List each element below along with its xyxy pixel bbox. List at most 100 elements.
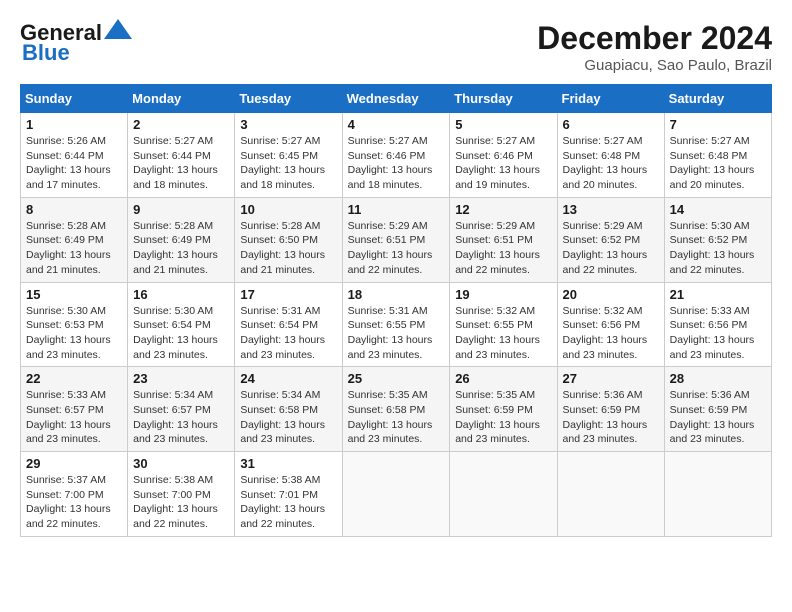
day-number: 14: [670, 202, 766, 217]
table-row: 27 Sunrise: 5:36 AMSunset: 6:59 PMDayligh…: [557, 367, 664, 452]
day-info: Sunrise: 5:27 AMSunset: 6:48 PMDaylight:…: [563, 134, 659, 193]
logo-icon: [104, 19, 132, 39]
table-row: 11 Sunrise: 5:29 AMSunset: 6:51 PMDayligh…: [342, 197, 450, 282]
day-number: 23: [133, 371, 229, 386]
day-info: Sunrise: 5:27 AMSunset: 6:45 PMDaylight:…: [240, 134, 336, 193]
table-row: 12 Sunrise: 5:29 AMSunset: 6:51 PMDayligh…: [450, 197, 557, 282]
table-row: 3Sunrise: 5:27 AMSunset: 6:45 PMDaylight…: [235, 113, 342, 198]
day-number: 27: [563, 371, 659, 386]
day-info: Sunrise: 5:30 AMSunset: 6:54 PMDaylight:…: [133, 304, 229, 363]
day-info: Sunrise: 5:31 AMSunset: 6:55 PMDaylight:…: [348, 304, 445, 363]
table-row: 1Sunrise: 5:26 AMSunset: 6:44 PMDaylight…: [21, 113, 128, 198]
table-row: 29 Sunrise: 5:37 AMSunset: 7:00 PMDayligh…: [21, 452, 128, 537]
day-number: 9: [133, 202, 229, 217]
table-row: 16 Sunrise: 5:30 AMSunset: 6:54 PMDayligh…: [128, 282, 235, 367]
weekday-header-row: Sunday Monday Tuesday Wednesday Thursday…: [21, 85, 772, 113]
day-number: 10: [240, 202, 336, 217]
calendar-week-row: 22Sunrise: 5:33 AMSunset: 6:57 PMDayligh…: [21, 367, 772, 452]
table-row: 21 Sunrise: 5:33 AMSunset: 6:56 PMDayligh…: [664, 282, 771, 367]
day-number: 21: [670, 287, 766, 302]
logo: General Blue: [20, 20, 132, 66]
day-info: Sunrise: 5:38 AMSunset: 7:00 PMDaylight:…: [133, 473, 229, 532]
table-row: 7 Sunrise: 5:27 AMSunset: 6:48 PMDaylight…: [664, 113, 771, 198]
day-info: Sunrise: 5:34 AMSunset: 6:58 PMDaylight:…: [240, 388, 336, 447]
table-row: 5 Sunrise: 5:27 AMSunset: 6:46 PMDaylight…: [450, 113, 557, 198]
day-number: 5: [455, 117, 551, 132]
day-number: 26: [455, 371, 551, 386]
day-info: Sunrise: 5:32 AMSunset: 6:56 PMDaylight:…: [563, 304, 659, 363]
header-friday: Friday: [557, 85, 664, 113]
table-row: 19Sunrise: 5:32 AMSunset: 6:55 PMDayligh…: [450, 282, 557, 367]
day-info: Sunrise: 5:33 AMSunset: 6:56 PMDaylight:…: [670, 304, 766, 363]
table-row: 18 Sunrise: 5:31 AMSunset: 6:55 PMDayligh…: [342, 282, 450, 367]
day-number: 16: [133, 287, 229, 302]
month-year: December 2024: [537, 20, 772, 57]
day-number: 30: [133, 456, 229, 471]
header-saturday: Saturday: [664, 85, 771, 113]
day-number: 18: [348, 287, 445, 302]
day-number: 22: [26, 371, 122, 386]
day-number: 25: [348, 371, 445, 386]
day-number: 29: [26, 456, 122, 471]
table-row: 25 Sunrise: 5:35 AMSunset: 6:58 PMDayligh…: [342, 367, 450, 452]
table-row: 9 Sunrise: 5:28 AMSunset: 6:49 PMDaylight…: [128, 197, 235, 282]
day-info: Sunrise: 5:32 AMSunset: 6:55 PMDaylight:…: [455, 304, 551, 363]
day-number: 11: [348, 202, 445, 217]
header-tuesday: Tuesday: [235, 85, 342, 113]
logo-blue: Blue: [22, 40, 70, 66]
header-thursday: Thursday: [450, 85, 557, 113]
day-number: 8: [26, 202, 122, 217]
day-info: Sunrise: 5:29 AMSunset: 6:52 PMDaylight:…: [563, 219, 659, 278]
day-info: Sunrise: 5:28 AMSunset: 6:50 PMDaylight:…: [240, 219, 336, 278]
day-number: 31: [240, 456, 336, 471]
day-info: Sunrise: 5:27 AMSunset: 6:48 PMDaylight:…: [670, 134, 766, 193]
day-info: Sunrise: 5:27 AMSunset: 6:44 PMDaylight:…: [133, 134, 229, 193]
table-row: [664, 452, 771, 537]
table-row: 28Sunrise: 5:36 AMSunset: 6:59 PMDayligh…: [664, 367, 771, 452]
day-info: Sunrise: 5:27 AMSunset: 6:46 PMDaylight:…: [455, 134, 551, 193]
calendar-table: Sunday Monday Tuesday Wednesday Thursday…: [20, 84, 772, 537]
day-number: 4: [348, 117, 445, 132]
day-number: 20: [563, 287, 659, 302]
table-row: [450, 452, 557, 537]
table-row: 4 Sunrise: 5:27 AMSunset: 6:46 PMDaylight…: [342, 113, 450, 198]
calendar-week-row: 29 Sunrise: 5:37 AMSunset: 7:00 PMDayligh…: [21, 452, 772, 537]
table-row: 17 Sunrise: 5:31 AMSunset: 6:54 PMDayligh…: [235, 282, 342, 367]
day-number: 7: [670, 117, 766, 132]
title-section: December 2024 Guapiacu, Sao Paulo, Brazi…: [537, 20, 772, 74]
day-info: Sunrise: 5:31 AMSunset: 6:54 PMDaylight:…: [240, 304, 336, 363]
day-number: 15: [26, 287, 122, 302]
day-number: 24: [240, 371, 336, 386]
table-row: 6Sunrise: 5:27 AMSunset: 6:48 PMDaylight…: [557, 113, 664, 198]
table-row: 15 Sunrise: 5:30 AMSunset: 6:53 PMDayligh…: [21, 282, 128, 367]
day-info: Sunrise: 5:29 AMSunset: 6:51 PMDaylight:…: [455, 219, 551, 278]
table-row: 20 Sunrise: 5:32 AMSunset: 6:56 PMDayligh…: [557, 282, 664, 367]
day-info: Sunrise: 5:30 AMSunset: 6:53 PMDaylight:…: [26, 304, 122, 363]
page-header: General Blue December 2024 Guapiacu, Sao…: [20, 20, 772, 74]
day-info: Sunrise: 5:35 AMSunset: 6:59 PMDaylight:…: [455, 388, 551, 447]
day-number: 13: [563, 202, 659, 217]
day-info: Sunrise: 5:37 AMSunset: 7:00 PMDaylight:…: [26, 473, 122, 532]
day-number: 28: [670, 371, 766, 386]
day-info: Sunrise: 5:27 AMSunset: 6:46 PMDaylight:…: [348, 134, 445, 193]
table-row: 22Sunrise: 5:33 AMSunset: 6:57 PMDayligh…: [21, 367, 128, 452]
day-info: Sunrise: 5:29 AMSunset: 6:51 PMDaylight:…: [348, 219, 445, 278]
day-info: Sunrise: 5:36 AMSunset: 6:59 PMDaylight:…: [563, 388, 659, 447]
table-row: 13 Sunrise: 5:29 AMSunset: 6:52 PMDayligh…: [557, 197, 664, 282]
calendar-week-row: 15 Sunrise: 5:30 AMSunset: 6:53 PMDayligh…: [21, 282, 772, 367]
table-row: [557, 452, 664, 537]
table-row: 24 Sunrise: 5:34 AMSunset: 6:58 PMDayligh…: [235, 367, 342, 452]
day-info: Sunrise: 5:28 AMSunset: 6:49 PMDaylight:…: [26, 219, 122, 278]
day-info: Sunrise: 5:38 AMSunset: 7:01 PMDaylight:…: [240, 473, 336, 532]
day-number: 12: [455, 202, 551, 217]
calendar-week-row: 8 Sunrise: 5:28 AMSunset: 6:49 PMDaylight…: [21, 197, 772, 282]
header-sunday: Sunday: [21, 85, 128, 113]
table-row: 30 Sunrise: 5:38 AMSunset: 7:00 PMDayligh…: [128, 452, 235, 537]
location: Guapiacu, Sao Paulo, Brazil: [537, 57, 772, 74]
day-number: 17: [240, 287, 336, 302]
day-info: Sunrise: 5:28 AMSunset: 6:49 PMDaylight:…: [133, 219, 229, 278]
day-info: Sunrise: 5:35 AMSunset: 6:58 PMDaylight:…: [348, 388, 445, 447]
table-row: 10 Sunrise: 5:28 AMSunset: 6:50 PMDayligh…: [235, 197, 342, 282]
calendar-week-row: 1Sunrise: 5:26 AMSunset: 6:44 PMDaylight…: [21, 113, 772, 198]
day-number: 2: [133, 117, 229, 132]
